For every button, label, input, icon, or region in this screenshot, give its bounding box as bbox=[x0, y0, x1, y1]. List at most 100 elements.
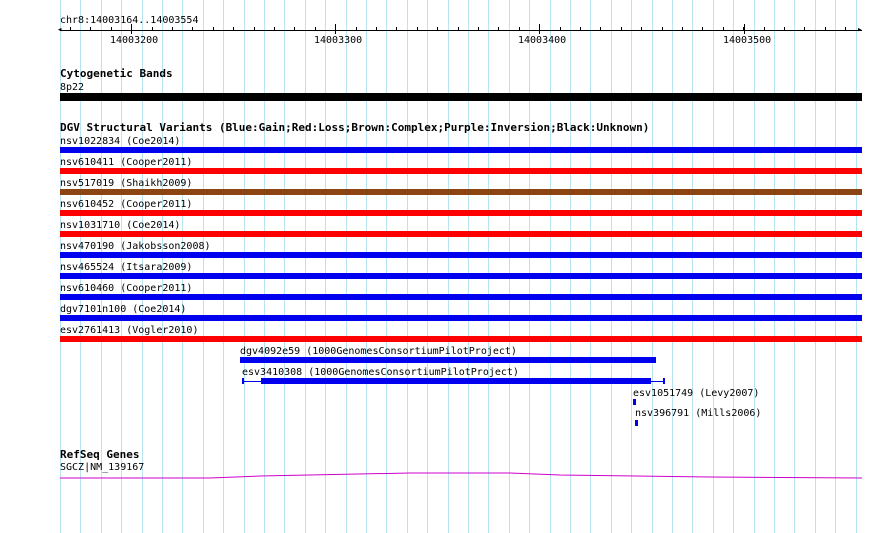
ruler-minor-tick bbox=[498, 27, 499, 31]
grid-line bbox=[570, 0, 571, 533]
grid-line bbox=[305, 0, 306, 533]
grid-line bbox=[529, 0, 530, 533]
variant-bar[interactable] bbox=[60, 168, 862, 174]
grid-line bbox=[754, 0, 755, 533]
grid-line bbox=[835, 0, 836, 533]
variant-bar[interactable] bbox=[60, 252, 862, 258]
cytoband-track-title[interactable]: Cytogenetic Bands bbox=[60, 68, 173, 80]
ruler-minor-tick bbox=[70, 27, 71, 31]
variant-label: dgv4092e59 (1000GenomesConsortiumPilotPr… bbox=[240, 346, 517, 357]
ruler-minor-tick bbox=[519, 27, 520, 31]
ruler-line bbox=[60, 30, 862, 31]
ruler-minor-tick bbox=[376, 27, 377, 31]
ruler-minor-tick bbox=[90, 27, 91, 31]
ruler-minor-tick bbox=[702, 27, 703, 31]
variant-bar[interactable] bbox=[60, 294, 862, 300]
variant-bar-nsv396791[interactable] bbox=[635, 420, 638, 426]
ruler-major-tick bbox=[744, 24, 745, 34]
grid-line bbox=[386, 0, 387, 533]
ruler-minor-tick bbox=[764, 27, 765, 31]
grid-line bbox=[631, 0, 632, 533]
grid-line bbox=[652, 0, 653, 533]
grid-line bbox=[223, 0, 224, 533]
grid-line bbox=[672, 0, 673, 533]
variant-bar[interactable] bbox=[60, 231, 862, 237]
ruler-minor-tick bbox=[560, 27, 561, 31]
ruler-tick-label: 14003500 bbox=[723, 35, 772, 46]
grid-line bbox=[550, 0, 551, 533]
variant-label: nsv396791 (Mills2006) bbox=[635, 408, 762, 419]
variant-label: nsv1031710 (Coe2014) bbox=[60, 220, 181, 231]
ruler-minor-tick bbox=[784, 27, 785, 31]
grid-line bbox=[733, 0, 734, 533]
ruler-minor-tick bbox=[723, 27, 724, 31]
ruler-minor-tick bbox=[641, 27, 642, 31]
variant-bar[interactable] bbox=[60, 315, 862, 321]
grid-line bbox=[468, 0, 469, 533]
grid-line bbox=[488, 0, 489, 533]
variant-label: nsv610452 (Cooper2011) bbox=[60, 199, 193, 210]
ruler-minor-tick bbox=[111, 27, 112, 31]
variant-label: nsv1022834 (Coe2014) bbox=[60, 136, 181, 147]
region-label: chr8:14003164..14003554 bbox=[60, 15, 199, 26]
variant-bar[interactable] bbox=[60, 147, 862, 153]
variant-connector-esv3410308 bbox=[651, 381, 663, 382]
ruler-minor-tick bbox=[458, 27, 459, 31]
ruler-tick-label: 14003400 bbox=[518, 35, 567, 46]
ruler-minor-tick bbox=[396, 27, 397, 31]
ruler-minor-tick bbox=[315, 27, 316, 31]
ruler-major-tick bbox=[131, 24, 132, 34]
ruler-minor-tick bbox=[274, 27, 275, 31]
variant-label: esv1051749 (Levy2007) bbox=[633, 388, 760, 399]
variant-bar-dgv4092e59[interactable] bbox=[240, 357, 656, 363]
grid-line bbox=[692, 0, 693, 533]
ruler-major-tick bbox=[539, 24, 540, 34]
variant-bar[interactable] bbox=[60, 189, 862, 195]
variant-label: nsv517019 (Shaikh2009) bbox=[60, 178, 193, 189]
grid-line bbox=[611, 0, 612, 533]
ruler-minor-tick bbox=[233, 27, 234, 31]
ruler-minor-tick bbox=[213, 27, 214, 31]
variant-bar-esv1051749[interactable] bbox=[633, 399, 636, 405]
variant-label: esv3410308 (1000GenomesConsortiumPilotPr… bbox=[242, 367, 519, 378]
ruler-minor-tick bbox=[254, 27, 255, 31]
ruler-minor-tick bbox=[192, 27, 193, 31]
grid-line bbox=[284, 0, 285, 533]
grid-line bbox=[407, 0, 408, 533]
grid-line bbox=[713, 0, 714, 533]
grid-line bbox=[366, 0, 367, 533]
ruler-minor-tick bbox=[478, 27, 479, 31]
gene-intron-line bbox=[60, 472, 863, 479]
variant-bar[interactable] bbox=[60, 273, 862, 279]
ruler-minor-tick bbox=[417, 27, 418, 31]
ruler-right-arrow: ▸ bbox=[857, 25, 863, 35]
grid-line bbox=[794, 0, 795, 533]
variant-label: nsv465524 (Itsara2009) bbox=[60, 262, 193, 273]
cytoband-bar[interactable] bbox=[60, 93, 862, 101]
ruler-minor-tick bbox=[294, 27, 295, 31]
grid-line bbox=[509, 0, 510, 533]
ruler-minor-tick bbox=[845, 27, 846, 31]
grid-line bbox=[264, 0, 265, 533]
ruler-minor-tick bbox=[580, 27, 581, 31]
refseq-gene-feature[interactable] bbox=[0, 466, 890, 482]
variant-bar[interactable] bbox=[60, 210, 862, 216]
ruler-minor-tick bbox=[356, 27, 357, 31]
genome-browser: chr8:14003164..14003554 ◂ ▸ 14003200 140… bbox=[0, 0, 890, 533]
variant-bar[interactable] bbox=[60, 336, 862, 342]
variant-exon-esv3410308-end[interactable] bbox=[663, 378, 665, 384]
variant-bar-esv3410308[interactable] bbox=[261, 378, 651, 384]
ruler-minor-tick bbox=[662, 27, 663, 31]
variant-connector-esv3410308 bbox=[244, 381, 261, 382]
variant-label: dgv7101n100 (Coe2014) bbox=[60, 304, 187, 315]
grid-line bbox=[448, 0, 449, 533]
grid-line bbox=[346, 0, 347, 533]
ruler-minor-tick bbox=[825, 27, 826, 31]
grid-line bbox=[856, 0, 857, 533]
ruler-minor-tick bbox=[804, 27, 805, 31]
ruler-left-arrow: ◂ bbox=[57, 25, 63, 35]
ruler-minor-tick bbox=[437, 27, 438, 31]
refseq-track-title[interactable]: RefSeq Genes bbox=[60, 449, 139, 461]
ruler-minor-tick bbox=[172, 27, 173, 31]
dgv-track-title[interactable]: DGV Structural Variants (Blue:Gain;Red:L… bbox=[60, 122, 649, 134]
